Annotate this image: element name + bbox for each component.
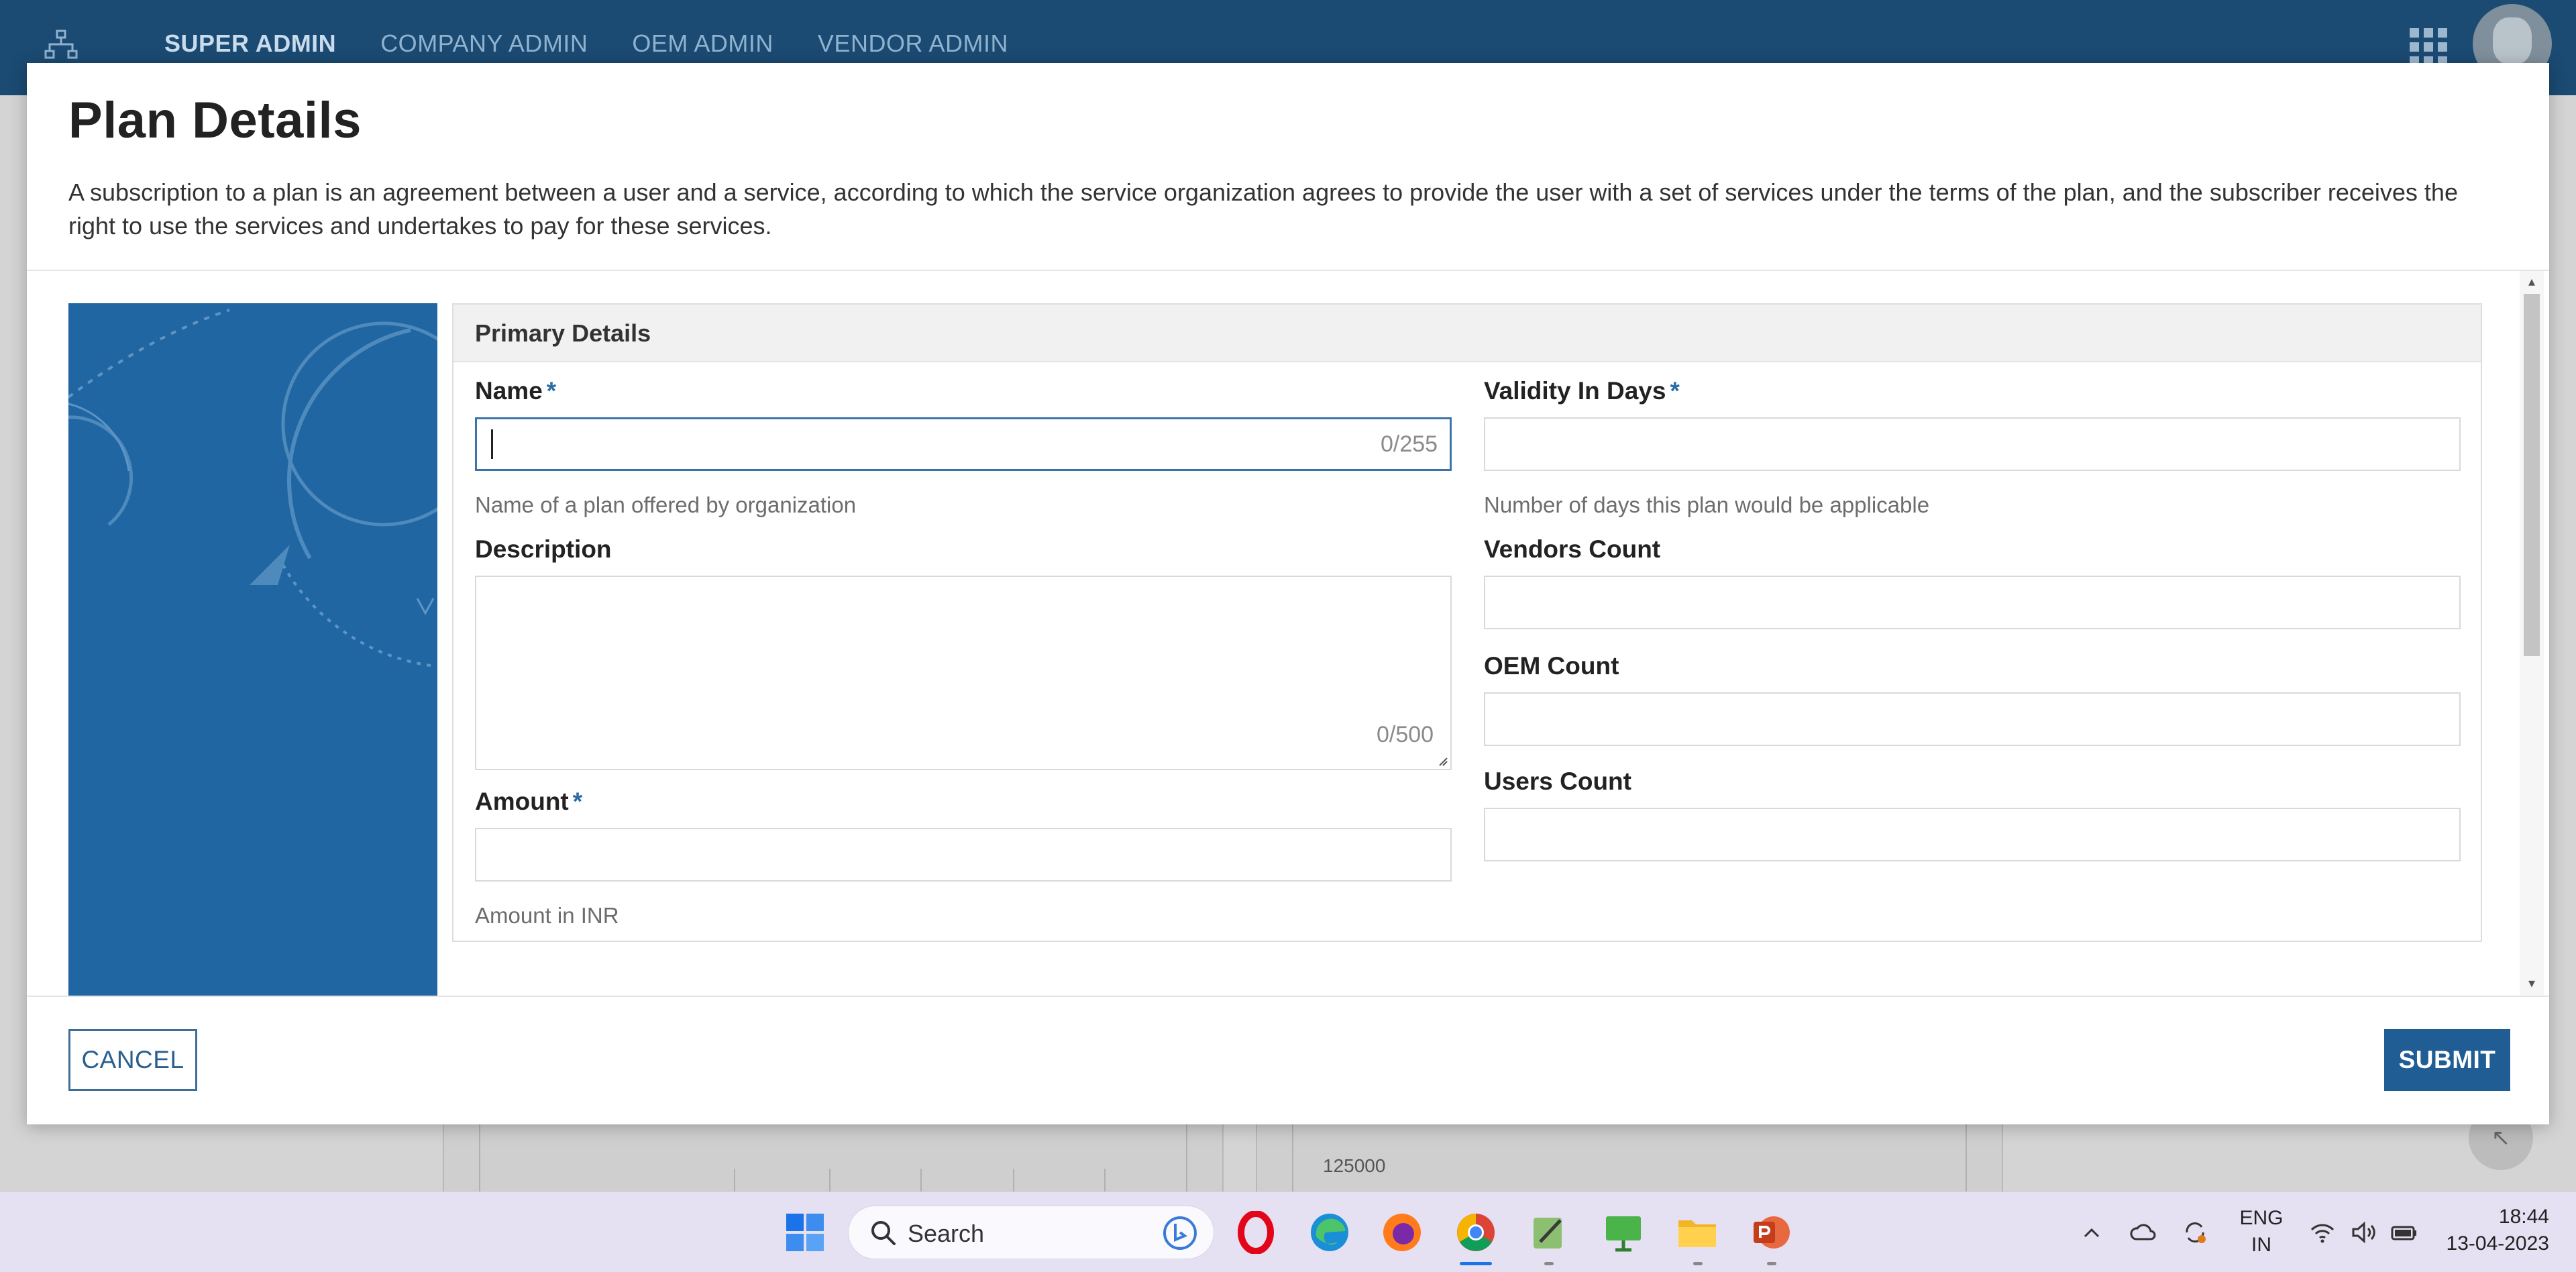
chrome-icon[interactable] (1454, 1211, 1497, 1254)
amount-helper-text: Amount in INR (475, 903, 619, 928)
text-caret (491, 429, 493, 459)
amount-label: Amount * (475, 788, 582, 816)
clock-date[interactable]: 13-04-2023 (2428, 1232, 2549, 1255)
section-header: Primary Details (453, 305, 2481, 362)
os-taskbar: Search ENG IN 18:44 13-04-2023 (0, 1191, 2576, 1272)
divider (27, 270, 2549, 271)
running-app-indicator (1544, 1262, 1554, 1265)
decorative-arc-icon (68, 309, 437, 667)
plan-details-dialog: Plan Details A subscription to a plan is… (27, 63, 2549, 1124)
name-label-text: Name (475, 377, 543, 405)
required-mark: * (1670, 377, 1680, 405)
dialog-title: Plan Details (68, 92, 362, 149)
required-mark: * (572, 788, 583, 815)
description-char-counter: 0/500 (1377, 722, 1434, 747)
chevron-up-icon[interactable] (2077, 1219, 2106, 1246)
background-gridline (1013, 1169, 1014, 1191)
users-count-label: Users Count (1484, 767, 1631, 795)
region-indicator[interactable]: IN (2238, 1234, 2285, 1257)
validity-helper-text: Number of days this plan would be applic… (1484, 492, 1930, 517)
language-indicator[interactable]: ENG (2238, 1207, 2285, 1230)
battery-icon[interactable] (2390, 1219, 2419, 1246)
background-chart-panel (443, 1124, 1224, 1191)
firefox-icon[interactable] (1381, 1211, 1424, 1254)
taskbar-search[interactable]: Search (848, 1206, 1214, 1259)
content-scrollbar[interactable]: ▴ ▾ (2520, 271, 2544, 996)
nav-oem-admin[interactable]: OEM ADMIN (632, 30, 773, 58)
nav-super-admin[interactable]: SUPER ADMIN (164, 30, 336, 58)
background-axis-label: 125000 (1323, 1155, 1386, 1176)
scrollbar-thumb[interactable] (2524, 294, 2540, 656)
submit-button[interactable]: SUBMIT (2384, 1029, 2510, 1091)
running-app-indicator (1767, 1262, 1776, 1265)
search-icon (871, 1221, 896, 1245)
description-label: Description (475, 535, 612, 563)
volume-icon[interactable] (2349, 1219, 2379, 1246)
top-nav: SUPER ADMIN COMPANY ADMIN OEM ADMIN VEND… (164, 30, 1008, 58)
vendors-count-input[interactable] (1484, 576, 2461, 629)
background-gridline (920, 1169, 922, 1191)
presentation-icon[interactable] (1602, 1211, 1645, 1254)
app-grid-icon[interactable] (2410, 28, 2447, 66)
background-gridline (734, 1169, 735, 1191)
opera-icon[interactable] (1234, 1211, 1277, 1254)
notepad-icon[interactable] (1528, 1211, 1571, 1254)
clock-time[interactable]: 18:44 (2442, 1206, 2549, 1228)
validity-label: Validity In Days * (1484, 377, 1680, 405)
sync-icon[interactable] (2180, 1219, 2210, 1246)
required-mark: * (546, 377, 557, 405)
background-gridline (829, 1169, 830, 1191)
nav-company-admin[interactable]: COMPANY ADMIN (380, 30, 588, 58)
amount-input[interactable] (475, 828, 1452, 882)
section-title: Primary Details (475, 319, 651, 347)
oem-count-label: OEM Count (1484, 652, 1619, 680)
name-helper-text: Name of a plan offered by organization (475, 492, 857, 517)
scroll-up-icon[interactable]: ▴ (2525, 275, 2538, 288)
users-count-input[interactable] (1484, 808, 2461, 861)
validity-input[interactable] (1484, 417, 2461, 471)
edge-icon[interactable] (1308, 1211, 1351, 1254)
decorative-side-panel (68, 303, 437, 996)
search-label: Search (908, 1220, 985, 1247)
validity-label-text: Validity In Days (1484, 377, 1666, 405)
scroll-down-icon[interactable]: ▾ (2525, 977, 2538, 990)
cancel-button[interactable]: CANCEL (68, 1029, 197, 1091)
running-app-indicator (1693, 1262, 1703, 1265)
org-chart-icon[interactable] (44, 30, 78, 60)
dialog-description: A subscription to a plan is an agreement… (68, 178, 2458, 240)
powerpoint-icon[interactable] (1750, 1211, 1792, 1254)
wifi-icon[interactable] (2308, 1219, 2337, 1246)
divider (27, 996, 2549, 997)
description-textarea[interactable] (475, 576, 1452, 770)
name-input[interactable] (475, 417, 1452, 471)
name-label: Name * (475, 377, 556, 405)
active-app-indicator (1460, 1262, 1492, 1265)
oem-count-input[interactable] (1484, 692, 2461, 746)
start-icon[interactable] (784, 1211, 826, 1254)
amount-label-text: Amount (475, 788, 569, 815)
cloud-icon[interactable] (2128, 1219, 2157, 1246)
name-char-counter: 0/255 (1381, 431, 1438, 457)
bing-icon[interactable] (1163, 1216, 1197, 1251)
file-explorer-icon[interactable] (1676, 1211, 1719, 1254)
vendors-count-label: Vendors Count (1484, 535, 1661, 563)
background-gridline (1104, 1169, 1106, 1191)
nav-vendor-admin[interactable]: VENDOR ADMIN (818, 30, 1008, 58)
resize-handle-icon[interactable] (1437, 755, 1448, 766)
primary-details-card: Primary Details Name * 0/255 Name of a pl… (452, 303, 2482, 942)
